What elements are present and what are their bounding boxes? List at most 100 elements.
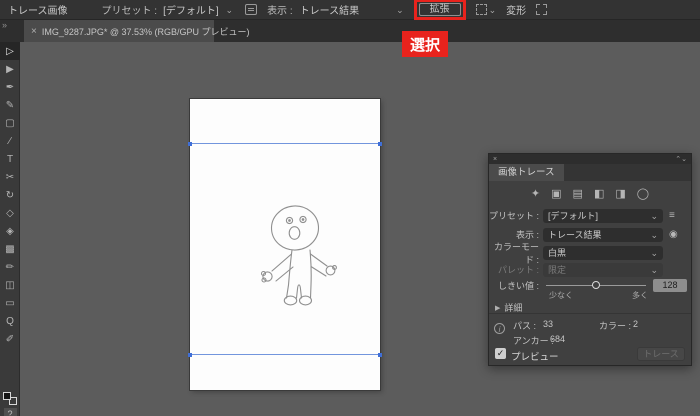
preview-label: プレビュー xyxy=(511,352,559,363)
document-tab[interactable]: × IMG_9287.JPG* @ 37.53% (RGB/GPU プレビュー) xyxy=(24,20,250,42)
threshold-min-label: 少なく xyxy=(549,291,573,300)
palette-dropdown: 限定 ⌄ xyxy=(543,262,663,277)
panel-header: × ⌃⌄ xyxy=(489,154,691,164)
rectangle-tool-icon[interactable]: ▢ xyxy=(0,114,20,132)
fill-swatch[interactable] xyxy=(3,392,11,400)
preset-label: プリセット : xyxy=(489,211,540,221)
fill-stroke-swatches[interactable] xyxy=(3,392,17,405)
threshold-slider-handle[interactable] xyxy=(592,281,600,289)
chevron-down-icon: ⌄ xyxy=(225,4,234,15)
preset-menu-icon[interactable]: ≡ xyxy=(669,210,675,221)
control-bar: トレース画像 プリセット : [デフォルト] ⌄ 表示 : トレース結果 ⌄ 拡… xyxy=(0,0,700,20)
artboard-tool-icon[interactable]: ▭ xyxy=(0,294,20,312)
close-panel-icon[interactable]: × xyxy=(493,156,497,163)
colors-value: 2 xyxy=(633,319,639,329)
threshold-row: しきい値 : 128 xyxy=(489,278,691,293)
eyedropper-tool-icon[interactable]: ✏ xyxy=(0,258,20,276)
collapse-panel-icon[interactable]: ⌃⌄ xyxy=(675,155,687,163)
view-value: トレース結果 xyxy=(548,230,602,240)
palette-value: 限定 xyxy=(548,265,567,275)
preset-value: [デフォルト] xyxy=(548,211,599,221)
preset-label: プリセット : xyxy=(101,6,158,17)
anchor-point[interactable] xyxy=(378,141,382,146)
view-label: 表示 : xyxy=(267,6,293,17)
doc-type-label: トレース画像 xyxy=(8,6,68,17)
anchor-point[interactable] xyxy=(378,352,382,357)
trace-preset-icons: ✦ ▣ ▤ ◧ ◨ ◯ xyxy=(489,183,691,203)
palette-label: パレット : xyxy=(497,265,539,275)
help-icon[interactable]: ? xyxy=(3,408,17,416)
auto-color-icon[interactable]: ✦ xyxy=(531,187,540,200)
transform-options-control[interactable]: ⌄ xyxy=(475,4,497,15)
chevron-down-icon: ⌄ xyxy=(650,210,658,221)
expand-button[interactable]: 拡張 xyxy=(418,3,461,16)
pencil-tool-icon[interactable]: ✐ xyxy=(0,330,20,348)
chevron-down-icon: ⌄ xyxy=(650,264,658,275)
paintbrush-tool-icon[interactable]: ∕ xyxy=(0,132,20,150)
dock-collapse-icon[interactable]: » xyxy=(2,20,7,30)
trace-button[interactable]: トレース xyxy=(637,347,685,361)
color-mode-row: カラーモード : 白黒 ⌄ xyxy=(489,242,691,265)
high-color-icon[interactable]: ▣ xyxy=(551,187,561,200)
rotate-tool-icon[interactable]: ↻ xyxy=(0,186,20,204)
free-transform-icon[interactable] xyxy=(536,4,548,15)
color-mode-value: 白黒 xyxy=(548,248,567,258)
panel-options-icon[interactable] xyxy=(245,4,258,15)
chevron-down-icon: ⌄ xyxy=(650,247,658,258)
shape-builder-tool-icon[interactable]: ◈ xyxy=(0,222,20,240)
illustrator-window: トレース画像 プリセット : [デフォルト] ⌄ 表示 : トレース結果 ⌄ 拡… xyxy=(0,0,700,416)
transform-button[interactable]: 変形 xyxy=(506,2,526,17)
view-dropdown[interactable]: トレース結果 ⌄ xyxy=(543,227,663,242)
color-mode-dropdown[interactable]: 白黒 ⌄ xyxy=(543,245,663,260)
panel-tab-strip: 画像トレース xyxy=(489,164,691,181)
document-tab-bar: » × IMG_9287.JPG* @ 37.53% (RGB/GPU プレビュ… xyxy=(0,20,700,42)
colors-label: カラー : xyxy=(599,321,632,331)
threshold-value-field[interactable]: 128 xyxy=(653,279,687,292)
palette-row: パレット : 限定 ⌄ xyxy=(489,262,691,277)
selection-annotation: 選択 xyxy=(402,31,448,57)
artboard[interactable] xyxy=(188,98,382,391)
preset-row: プリセット : [デフォルト] ⌄ ≡ xyxy=(489,208,691,223)
gradient-tool-icon[interactable]: ▩ xyxy=(0,240,20,258)
tool-list: ▷ ▶ ✒ ✎ ▢ ∕ T ✂ ↻ ◇ ◈ ▩ ✏ ◫ ▭ Q ✐ xyxy=(0,42,20,348)
bounding-box-icon xyxy=(475,4,487,15)
grayscale-icon[interactable]: ◧ xyxy=(594,187,604,200)
panel-divider xyxy=(489,313,691,314)
blend-tool-icon[interactable]: ◫ xyxy=(0,276,20,294)
eraser-tool-icon[interactable]: ◇ xyxy=(0,204,20,222)
view-dropdown[interactable]: トレース結果 ⌄ xyxy=(300,2,404,17)
black-white-icon[interactable]: ◨ xyxy=(615,187,625,200)
chevron-down-icon: ⌄ xyxy=(650,229,658,240)
anchor-point[interactable] xyxy=(188,352,192,357)
tool-color-cluster: ? xyxy=(0,392,20,416)
direct-selection-tool-icon[interactable]: ▶ xyxy=(0,60,20,78)
anchors-label: アンカー : xyxy=(513,336,554,346)
preset-dropdown[interactable]: [デフォルト] ⌄ xyxy=(163,2,233,17)
selection-tool-icon[interactable]: ▷ xyxy=(0,42,20,60)
close-tab-icon[interactable]: × xyxy=(31,26,37,37)
anchors-value: 684 xyxy=(550,334,566,344)
view-value: トレース結果 xyxy=(299,6,360,17)
low-color-icon[interactable]: ▤ xyxy=(573,187,583,200)
pen-tool-icon[interactable]: ✒ xyxy=(0,78,20,96)
zoom-tool-icon[interactable]: Q xyxy=(0,312,20,330)
threshold-max-label: 多く xyxy=(632,291,648,300)
selection-bbox-bottom[interactable] xyxy=(188,352,382,357)
image-trace-tab[interactable]: 画像トレース xyxy=(489,164,564,181)
threshold-slider[interactable] xyxy=(546,281,646,289)
preview-checkbox[interactable]: ✓ xyxy=(495,348,506,359)
preset-dropdown[interactable]: [デフォルト] ⌄ xyxy=(543,208,663,223)
selection-bbox-top[interactable] xyxy=(188,141,382,146)
document-tab-title: IMG_9287.JPG* @ 37.53% (RGB/GPU プレビュー) xyxy=(41,26,250,37)
anchor-point[interactable] xyxy=(188,141,192,146)
paths-label: パス : xyxy=(513,321,537,331)
chevron-down-icon: ⌄ xyxy=(488,4,497,15)
outline-icon[interactable]: ◯ xyxy=(637,187,649,200)
type-tool-icon[interactable]: T xyxy=(0,150,20,168)
eye-icon[interactable]: ◉ xyxy=(669,229,678,240)
image-trace-panel: × ⌃⌄ 画像トレース ✦ ▣ ▤ ◧ ◨ ◯ プリセット : [デフォルト] ⌄ ≡ 表… xyxy=(488,153,692,366)
curvature-tool-icon[interactable]: ✎ xyxy=(0,96,20,114)
preset-value: [デフォルト] xyxy=(163,6,219,17)
scissors-tool-icon[interactable]: ✂ xyxy=(0,168,20,186)
info-icon: i xyxy=(494,323,505,334)
